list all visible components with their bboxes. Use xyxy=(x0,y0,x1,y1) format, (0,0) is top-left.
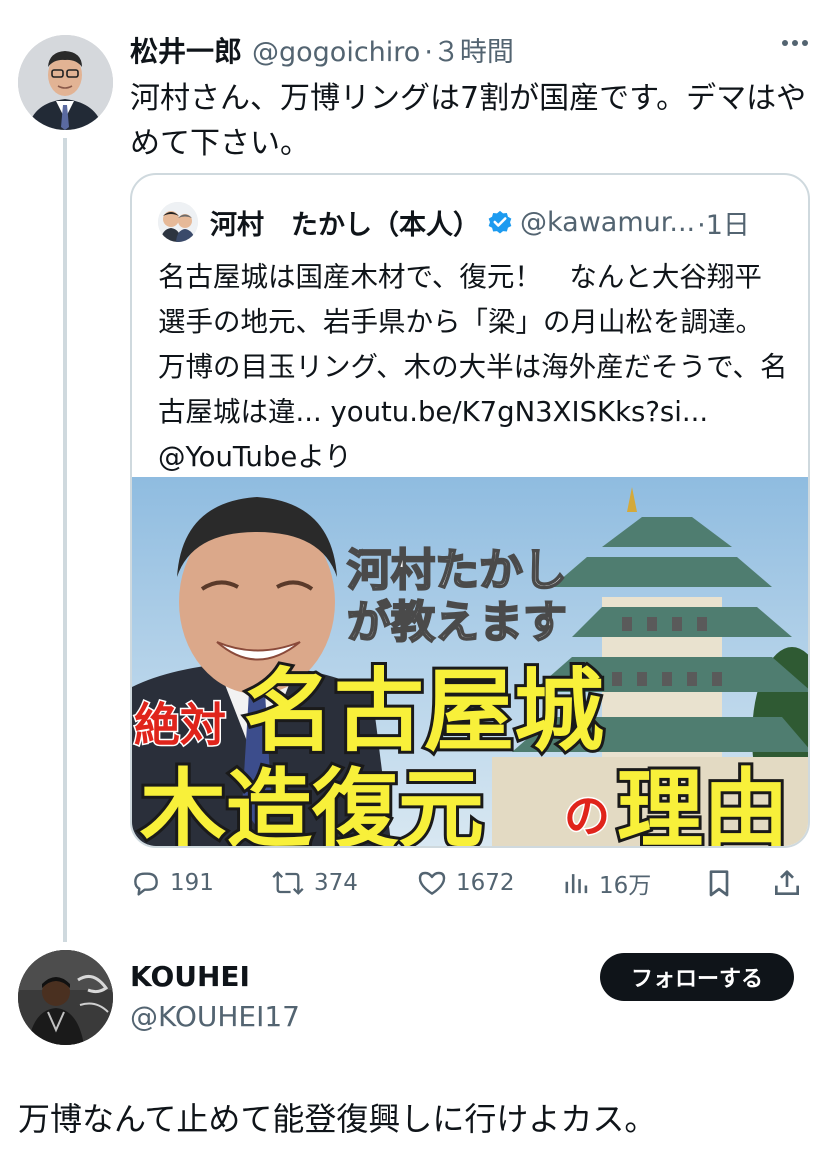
retweet-button[interactable]: 374 xyxy=(270,860,358,906)
reply-icon xyxy=(134,872,158,896)
bookmark-icon xyxy=(709,870,729,897)
views-count: 16万 xyxy=(599,873,652,899)
retweet-count: 374 xyxy=(314,870,358,896)
views-button[interactable]: 16万 xyxy=(563,860,651,906)
thumb-prefix: 絶対 xyxy=(134,699,226,751)
author-avatar-image xyxy=(18,35,113,130)
reply-author-avatar[interactable] xyxy=(18,950,113,1045)
quoted-author-name[interactable]: 河村 たかし（本人） xyxy=(210,203,480,242)
tweet-text: 河村さん、万博リングは7割が国産です。デマはやめて下さい。 xyxy=(130,81,807,161)
views-icon xyxy=(565,874,588,894)
tweet-action-bar: 191 374 1672 16万 xyxy=(130,860,810,906)
thumb-title-line1: 名古屋城 xyxy=(244,662,604,762)
bookmark-button[interactable] xyxy=(703,860,735,906)
quoted-tweet-time[interactable]: ·1日 xyxy=(697,203,750,242)
like-count: 1672 xyxy=(456,870,515,896)
quoted-author-handle[interactable]: @kawamur... xyxy=(520,207,695,238)
author-name[interactable]: 松井一郎 xyxy=(130,30,242,70)
author-avatar[interactable] xyxy=(18,35,113,130)
reply-author-avatar-image xyxy=(18,950,113,1045)
share-icon xyxy=(775,870,799,895)
more-icon[interactable] xyxy=(782,40,808,46)
reply-author-name[interactable]: KOUHEI xyxy=(130,960,250,993)
reply-count: 191 xyxy=(170,870,214,896)
verified-badge-icon xyxy=(488,210,512,234)
reply-text: 万博なんて止めて能登復興しに行けよカス。 xyxy=(18,1100,657,1138)
thumb-caption-line1: 河村たかし xyxy=(347,546,567,595)
quoted-author-avatar xyxy=(158,202,198,242)
share-button[interactable] xyxy=(771,860,803,906)
thumb-title-particle: の xyxy=(564,790,610,842)
retweet-icon xyxy=(272,871,304,895)
thumb-title-line2b: 理由 xyxy=(617,762,789,848)
like-icon xyxy=(418,871,446,895)
quoted-tweet-text: 名古屋城は国産木材で、復元！ なんと大谷翔平選手の地元、岩手県から「梁」の月山松… xyxy=(158,261,788,473)
thumb-caption-line2: が教えます xyxy=(347,598,567,647)
quoted-tweet-card[interactable]: 河村 たかし（本人） @kawamur... ·1日 名古屋城は国産木材で、復元… xyxy=(130,173,810,848)
reply-author-handle[interactable]: @KOUHEI17 xyxy=(130,1000,300,1033)
like-button[interactable]: 1672 xyxy=(416,860,515,906)
quoted-tweet-header: 河村 たかし（本人） @kawamur... ·1日 xyxy=(158,201,750,243)
author-handle[interactable]: @gogoichiro xyxy=(252,37,420,68)
thumb-title-line2a: 木造復元 xyxy=(140,762,484,848)
reply-button[interactable]: 191 xyxy=(130,860,214,906)
tweet-header: 松井一郎 @gogoichiro ·３時間 xyxy=(130,30,514,70)
follow-button[interactable]: フォローする xyxy=(600,953,794,1001)
video-thumbnail[interactable]: 河村たかし が教えます 絶対 名古屋城 木造復元 の 理由 xyxy=(132,477,808,848)
tweet-time[interactable]: ·３時間 xyxy=(424,30,514,69)
thread-connector-line xyxy=(63,138,67,942)
